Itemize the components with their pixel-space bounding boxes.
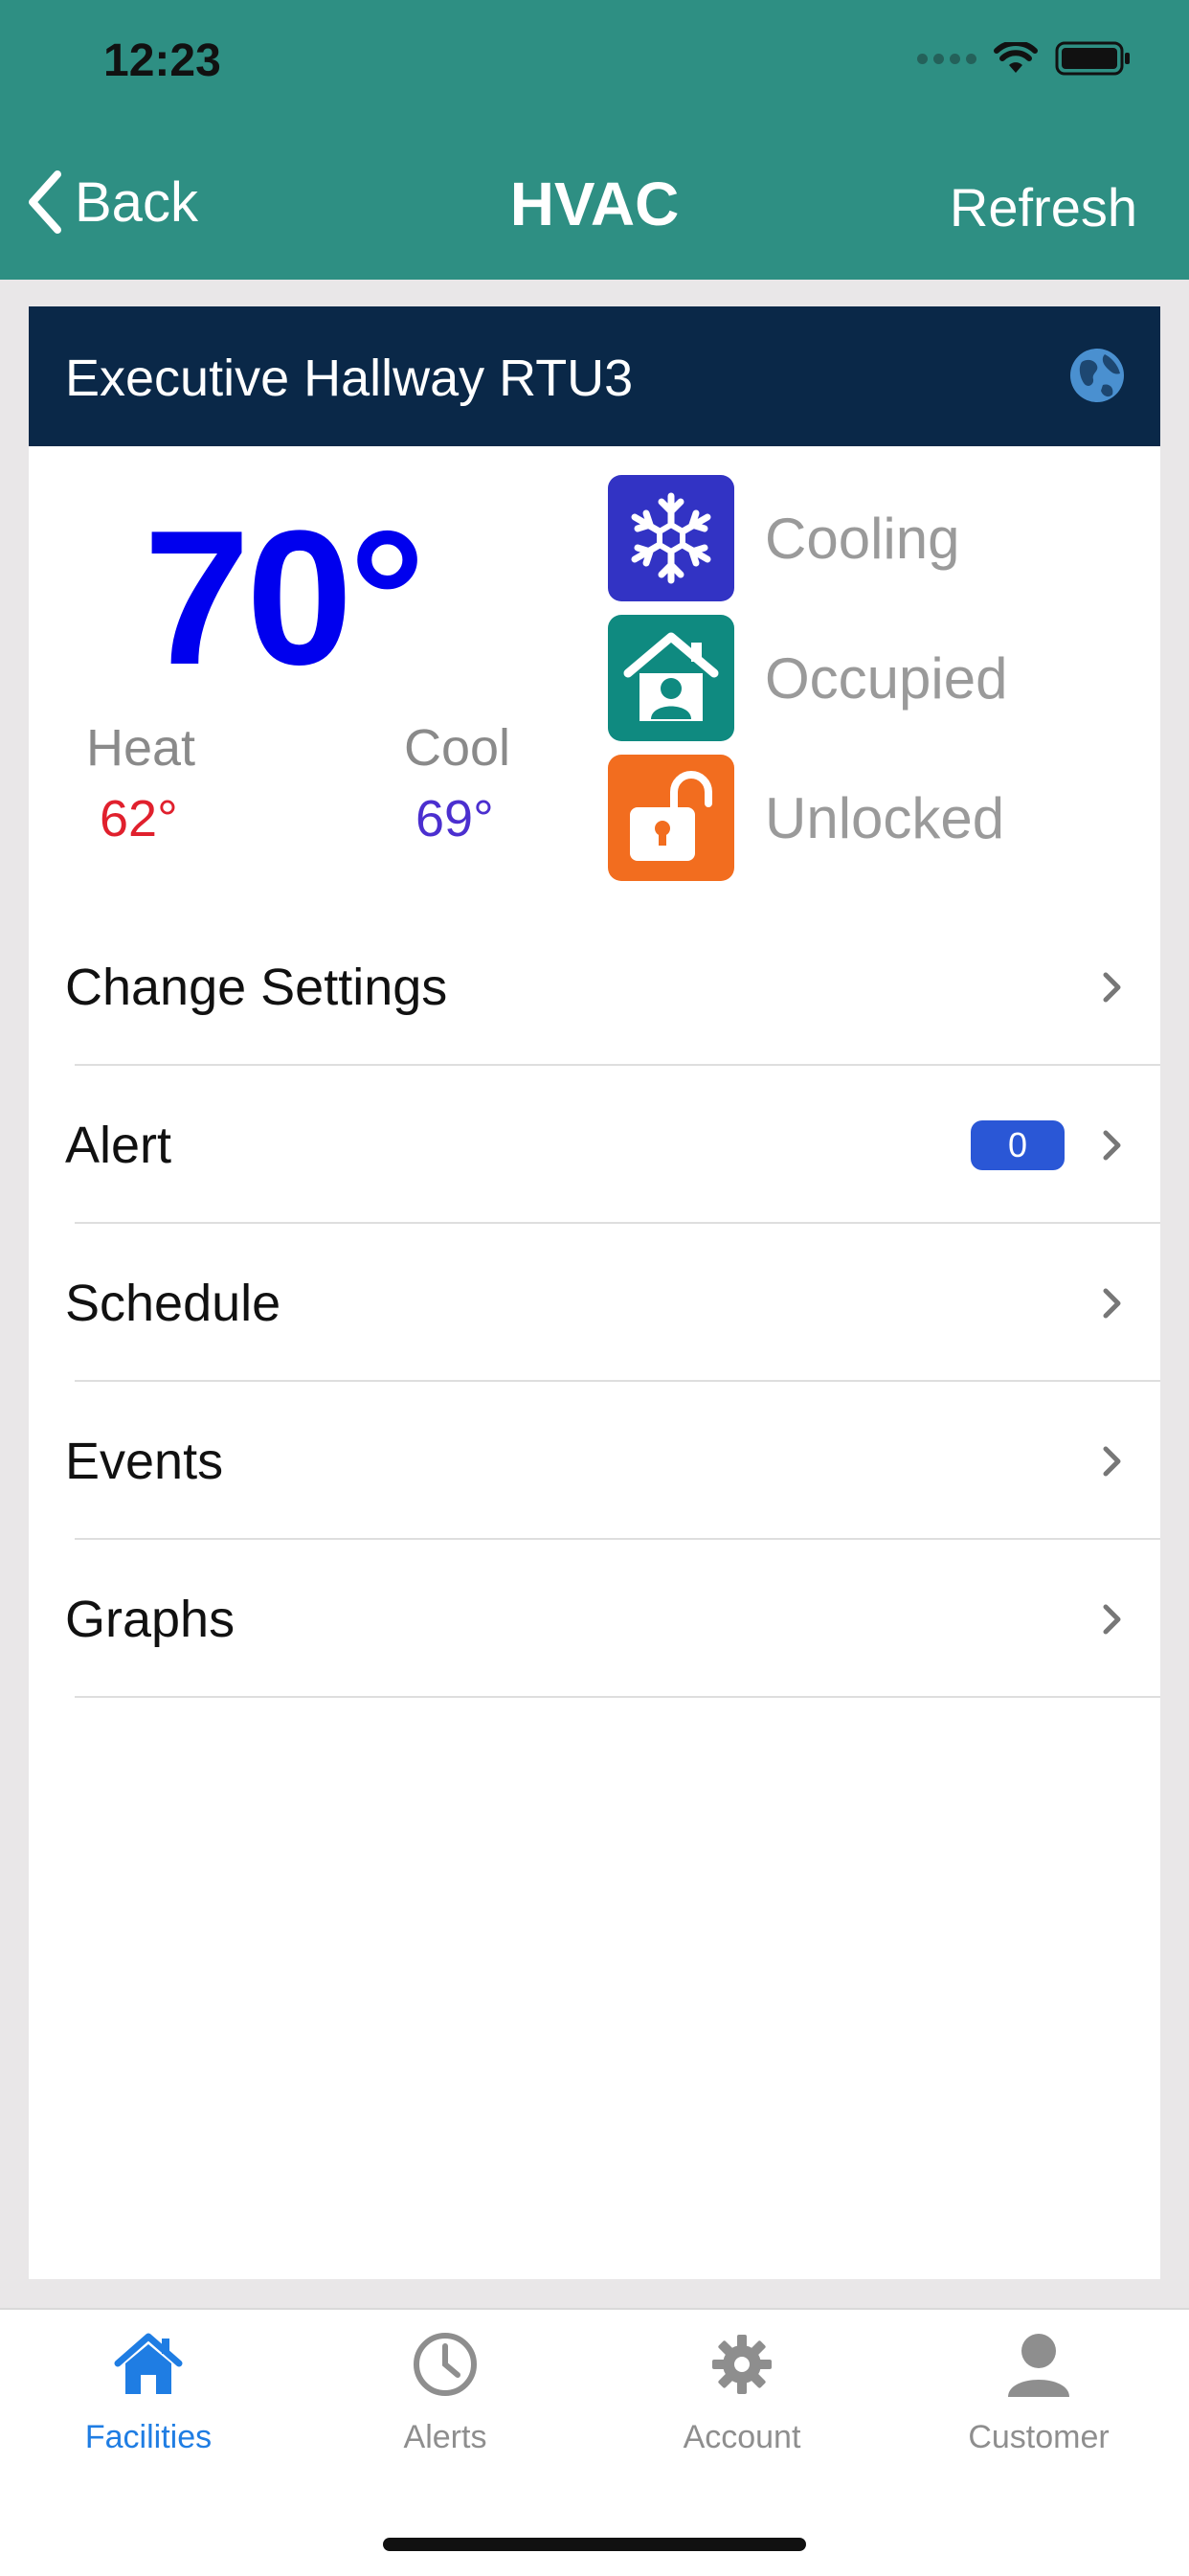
navigation-bar: 12:23 Back HVAC Refresh — [0, 0, 1189, 280]
person-icon — [1004, 2321, 1073, 2407]
menu-item-events[interactable]: Events — [29, 1382, 1160, 1540]
tab-label: Alerts — [403, 2419, 487, 2455]
menu-item-label: Alert — [65, 1116, 172, 1174]
status-cooling: Cooling — [608, 475, 1144, 601]
status-occupied: Occupied — [608, 615, 1144, 741]
unlocked-padlock-icon — [608, 755, 734, 881]
chevron-right-icon — [1103, 1604, 1121, 1634]
tab-label: Facilities — [84, 2419, 213, 2455]
current-temperature: 70° — [144, 491, 425, 705]
heat-setpoint-label: Heat — [86, 719, 196, 777]
chevron-right-icon — [1103, 1288, 1121, 1318]
home-indicator[interactable] — [383, 2538, 806, 2551]
status-occupied-label: Occupied — [765, 645, 1008, 711]
device-card: Executive Hallway RTU3 70° Heat 62° Cool… — [29, 306, 1160, 2279]
device-header: Executive Hallway RTU3 — [29, 306, 1160, 446]
tab-customer[interactable]: Customer — [890, 2310, 1187, 2501]
snowflake-icon — [608, 475, 734, 601]
clock-icon — [412, 2321, 479, 2407]
menu-item-label: Schedule — [65, 1274, 281, 1332]
status-cooling-label: Cooling — [765, 506, 960, 571]
status-time: 12:23 — [103, 35, 221, 86]
tab-label: Account — [683, 2419, 801, 2455]
tab-label: Customer — [968, 2419, 1110, 2455]
globe-icon[interactable] — [1068, 347, 1126, 404]
menu-item-label: Events — [65, 1432, 224, 1490]
tab-alerts[interactable]: Alerts — [297, 2310, 594, 2501]
menu-item-alert[interactable]: Alert 0 — [29, 1066, 1160, 1224]
status-icons — [917, 40, 1132, 77]
cool-setpoint-value: 69° — [415, 790, 494, 847]
chevron-right-icon — [1103, 1130, 1121, 1160]
chevron-right-icon — [1103, 972, 1121, 1002]
wifi-icon — [994, 42, 1038, 73]
alert-count-badge: 0 — [971, 1119, 1065, 1170]
menu-item-change-settings[interactable]: Change Settings — [29, 908, 1160, 1066]
status-unlocked-label: Unlocked — [765, 785, 1005, 850]
cellular-signal-icon — [917, 53, 976, 64]
menu-item-label: Change Settings — [65, 958, 448, 1016]
cool-setpoint-label: Cool — [404, 719, 511, 777]
menu-item-graphs[interactable]: Graphs — [29, 1540, 1160, 1698]
refresh-button[interactable]: Refresh — [950, 176, 1137, 238]
tab-facilities[interactable]: Facilities — [0, 2310, 297, 2501]
home-person-icon — [608, 615, 734, 741]
gear-icon — [710, 2321, 774, 2407]
device-name: Executive Hallway RTU3 — [65, 350, 634, 407]
chevron-right-icon — [1103, 1446, 1121, 1476]
menu-list: Change Settings Alert 0 Schedule Events … — [29, 908, 1160, 1698]
house-icon — [114, 2321, 183, 2407]
tab-bar: Facilities Alerts Account Customer — [0, 2308, 1189, 2576]
battery-icon — [1055, 41, 1130, 76]
status-unlocked: Unlocked — [608, 755, 1144, 881]
heat-setpoint-value: 62° — [100, 790, 178, 847]
tab-account[interactable]: Account — [594, 2310, 890, 2501]
menu-item-label: Graphs — [65, 1590, 236, 1648]
menu-item-schedule[interactable]: Schedule — [29, 1224, 1160, 1382]
